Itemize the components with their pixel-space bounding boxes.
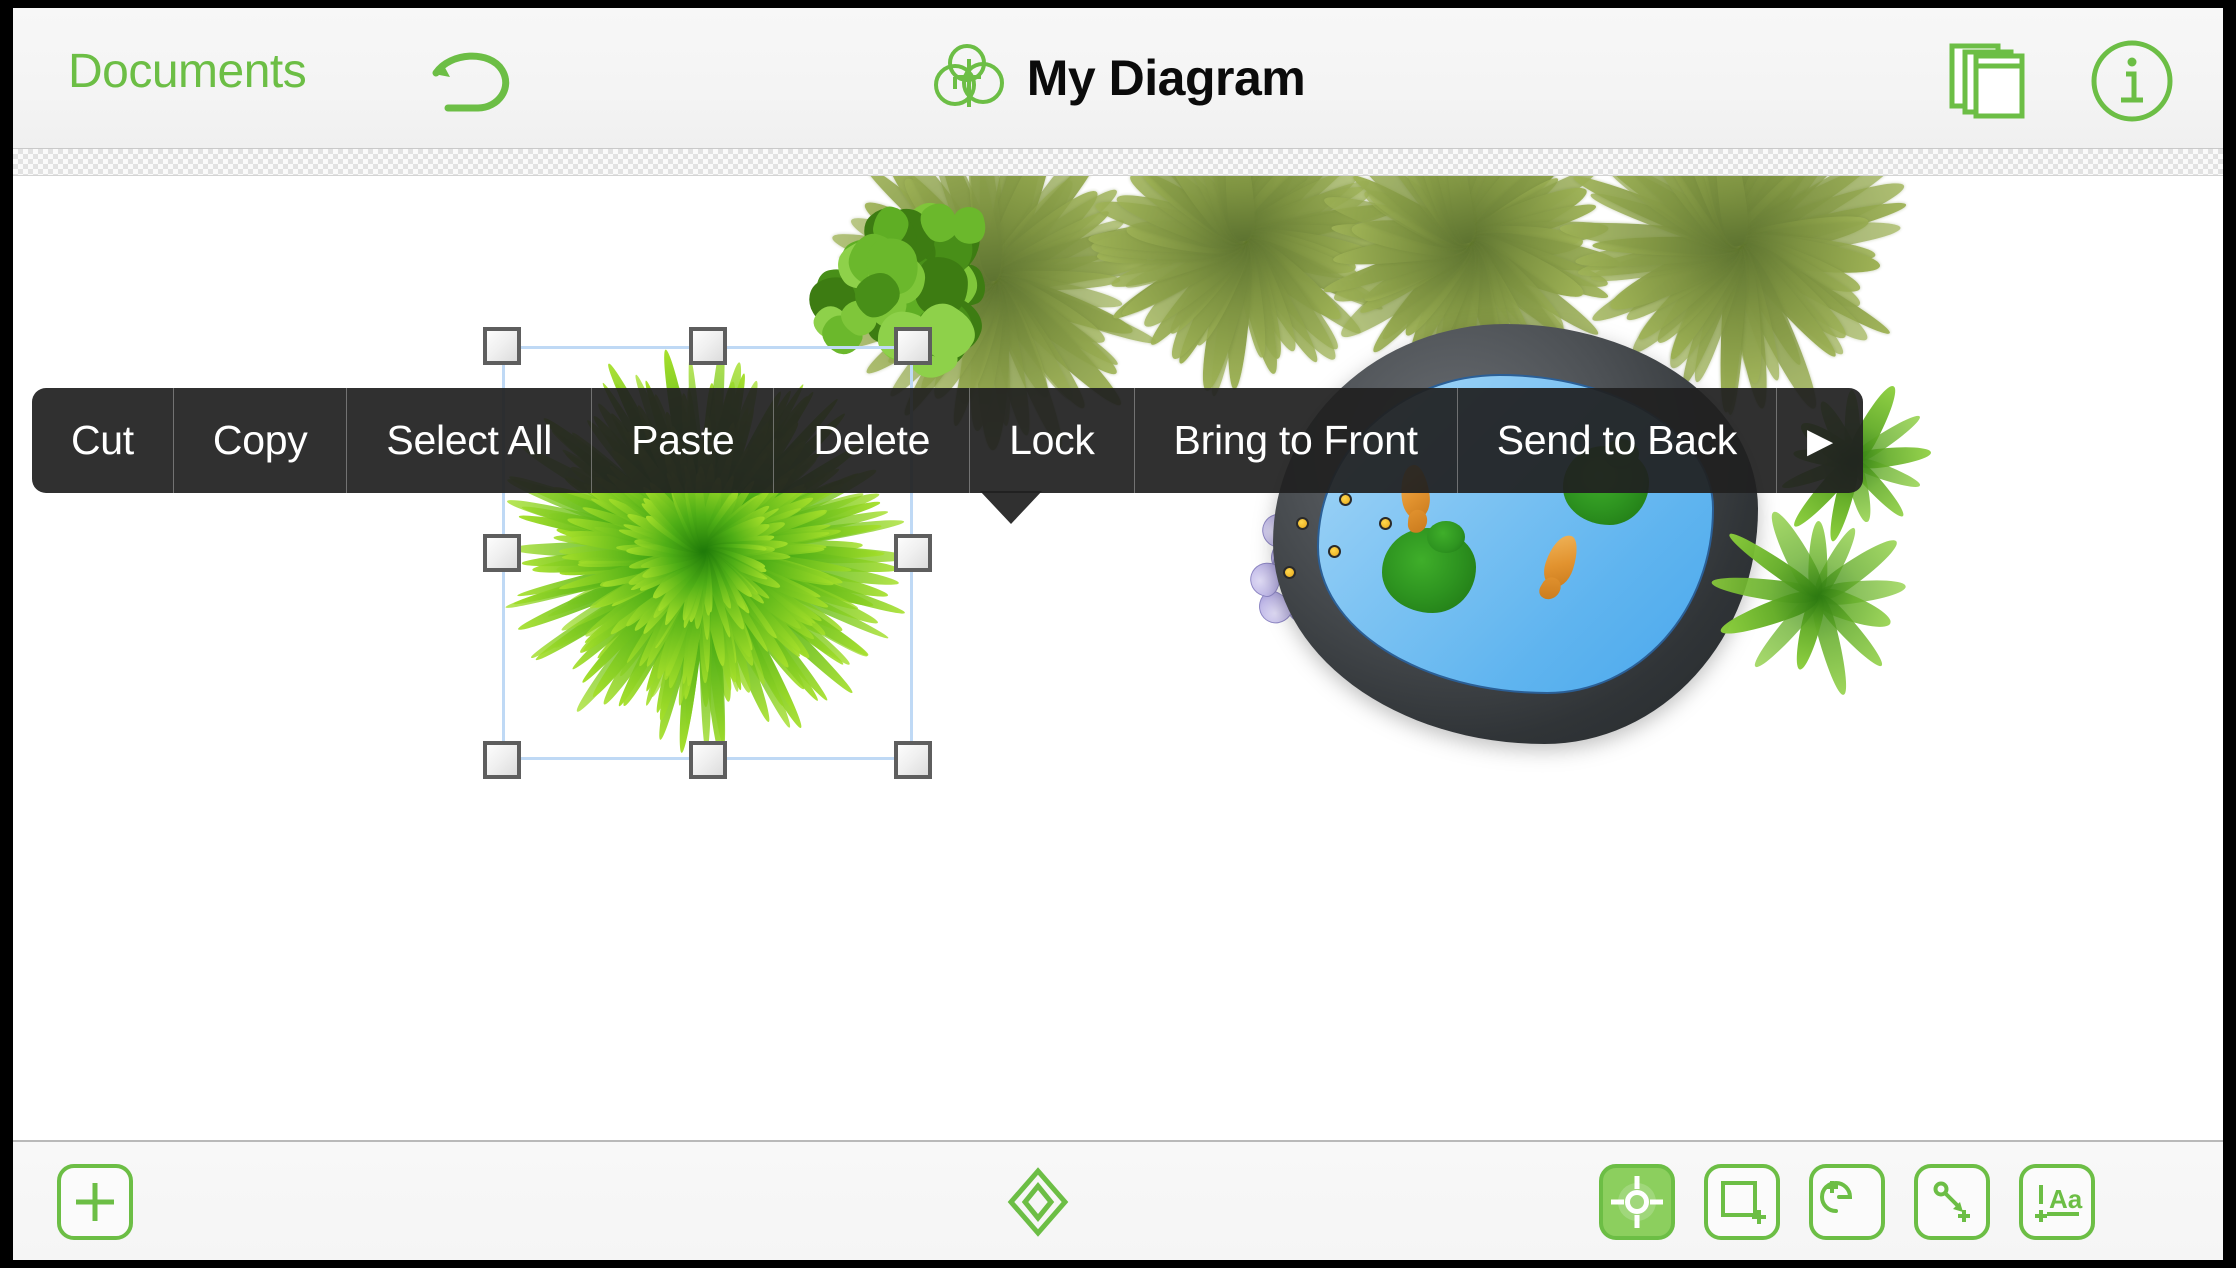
resize-handle-s[interactable]	[689, 741, 727, 779]
undo-button[interactable]	[428, 44, 518, 118]
line-arrow-plus-icon	[1924, 1174, 1980, 1230]
page-title: My Diagram	[1027, 49, 1305, 107]
bottom-toolbar: Aa	[13, 1140, 2223, 1260]
resize-handle-w[interactable]	[483, 534, 521, 572]
stencil-library-button[interactable]	[1003, 1167, 1073, 1237]
lily-pad	[1382, 528, 1476, 613]
context-menu-item-lock[interactable]: Lock	[970, 388, 1134, 493]
crosshair-target-icon	[1609, 1174, 1665, 1230]
resize-handle-sw[interactable]	[483, 741, 521, 779]
star-plant[interactable]	[1718, 496, 1918, 696]
omnigraffle-app: Documents My Diagram Cut Copy Select All…	[13, 8, 2223, 1260]
line-tool-button[interactable]	[1914, 1164, 1990, 1240]
canvases-button[interactable]	[1943, 38, 2031, 122]
select-tool-button[interactable]	[1599, 1164, 1675, 1240]
info-button[interactable]	[2089, 38, 2175, 124]
resize-handle-ne[interactable]	[894, 327, 932, 365]
context-menu[interactable]: Cut Copy Select All Paste Delete Lock Bring to…	[32, 388, 1863, 493]
canvas-ruler-strip	[13, 148, 2223, 176]
garden-pond[interactable]	[1273, 324, 1758, 744]
document-title-group: My Diagram	[13, 8, 2223, 148]
context-menu-item-bring-to-front[interactable]: Bring to Front	[1135, 388, 1458, 493]
shape-tool-button[interactable]	[1704, 1164, 1780, 1240]
app-header: Documents My Diagram	[13, 8, 2223, 148]
resize-handle-n[interactable]	[689, 327, 727, 365]
context-menu-item-copy[interactable]: Copy	[174, 388, 348, 493]
pen-tool-button[interactable]	[1809, 1164, 1885, 1240]
add-shape-button[interactable]	[57, 1164, 133, 1240]
resize-handle-e[interactable]	[894, 534, 932, 572]
svg-text:Aa: Aa	[2049, 1184, 2083, 1214]
context-menu-item-paste[interactable]: Paste	[592, 388, 774, 493]
context-menu-item-cut[interactable]: Cut	[32, 388, 174, 493]
diamond-icon	[1003, 1167, 1073, 1237]
context-menu-item-more[interactable]: ▶	[1777, 388, 1863, 493]
square-plus-icon	[1714, 1174, 1770, 1230]
context-menu-item-send-to-back[interactable]: Send to Back	[1458, 388, 1777, 493]
diagram-canvas[interactable]: Cut Copy Select All Paste Delete Lock Bring to…	[13, 176, 2223, 1140]
context-menu-pointer	[980, 491, 1042, 524]
plus-icon	[68, 1175, 122, 1229]
context-menu-item-delete[interactable]: Delete	[774, 388, 970, 493]
resize-handle-nw[interactable]	[483, 327, 521, 365]
curve-plus-icon	[1819, 1174, 1875, 1230]
documents-back-button[interactable]: Documents	[68, 44, 306, 99]
resize-handle-se[interactable]	[894, 741, 932, 779]
omnigraffle-cloud-icon	[931, 41, 1005, 115]
context-menu-item-select-all[interactable]: Select All	[347, 388, 592, 493]
text-tool-button[interactable]: Aa	[2019, 1164, 2095, 1240]
text-aa-icon: Aa	[2029, 1174, 2085, 1230]
pond-fish	[1539, 531, 1582, 590]
